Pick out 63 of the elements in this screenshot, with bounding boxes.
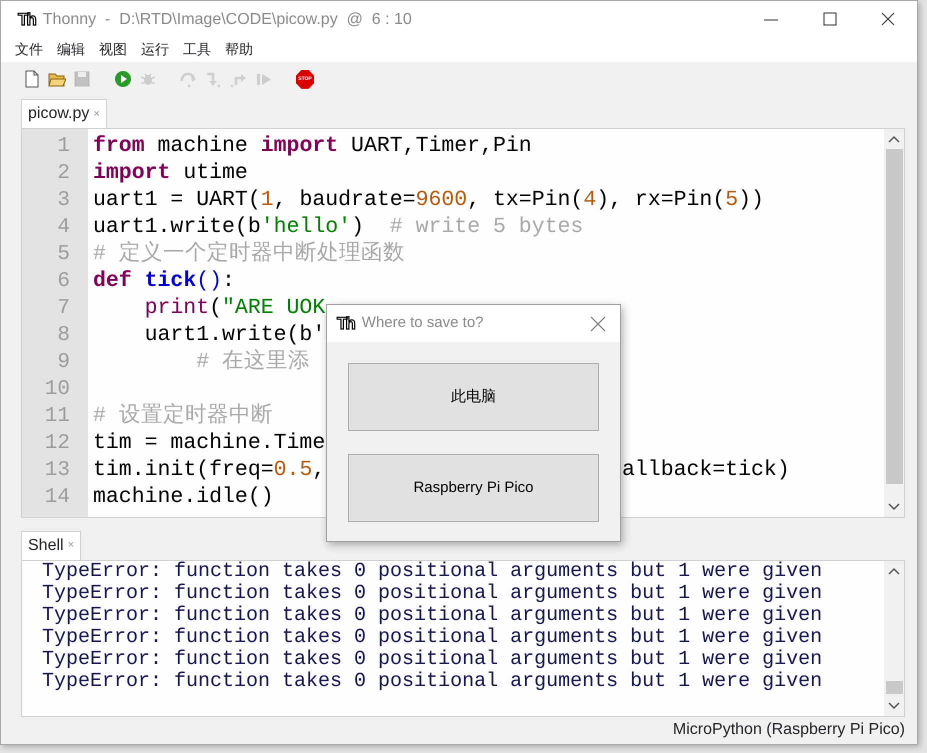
dialog-option-button[interactable]: Raspberry Pi Pico <box>348 454 599 522</box>
code-line: tim = machine.Time <box>93 430 326 458</box>
code-line: allback=tick) <box>622 457 790 484</box>
dialog-option-button[interactable]: 此电脑 <box>348 363 599 431</box>
scrollbar-thumb[interactable] <box>886 680 902 694</box>
line-number: 8 <box>56 323 71 350</box>
close-icon[interactable] <box>881 12 895 26</box>
shell-output-line: TypeError: function takes 0 positional arguments but 1 were given <box>42 582 824 605</box>
line-number: 12 <box>44 431 71 458</box>
shell-output-line: TypeError: function takes 0 positional arguments but 1 were given <box>42 560 824 583</box>
code-line: tim.init(freq=0.5, <box>93 457 326 484</box>
status-bar-text: MicroPython (Raspberry Pi Pico) <box>672 720 906 740</box>
line-number: 2 <box>56 161 71 188</box>
line-number: 11 <box>44 404 71 430</box>
menu-item[interactable]: 编辑 <box>57 39 85 60</box>
line-number: 5 <box>56 242 71 268</box>
line-number: 4 <box>56 215 71 242</box>
scrollbar[interactable] <box>884 129 904 518</box>
menu-item[interactable]: 帮助 <box>225 39 253 60</box>
tab-label: Shell <box>28 536 64 556</box>
play-icon[interactable] <box>114 70 132 88</box>
chevron-down-icon[interactable] <box>888 503 900 512</box>
editor-tab[interactable]: Shell × <box>21 530 82 560</box>
code-line: import utime <box>93 160 248 188</box>
code-line: from machine import UART,Timer,Pin <box>93 133 532 160</box>
menu-item[interactable]: 工具 <box>183 39 211 60</box>
window-title: Thonny - D:\RTD\Image\CODE\picow.py @ 6 : 10 <box>42 10 412 30</box>
chevron-down-icon[interactable] <box>888 702 900 710</box>
dialog-title: Where to save to? <box>362 313 484 334</box>
line-number: 1 <box>56 134 71 160</box>
line-number: 7 <box>56 296 71 322</box>
shell-output-line: TypeError: function takes 0 positional arguments but 1 were given <box>42 648 824 671</box>
code-line: # 设置定时器中断 <box>93 403 273 430</box>
line-number: 9 <box>56 350 71 376</box>
shell-output-line: TypeError: function takes 0 positional arguments but 1 were given <box>42 604 824 627</box>
code-line: print("ARE UOK <box>144 295 326 322</box>
code-line: uart1.write(b' <box>144 322 326 349</box>
code-line: # 定义一个定时器中断处理函数 <box>93 241 405 268</box>
chevron-up-icon[interactable] <box>888 135 900 144</box>
menu-item[interactable]: 文件 <box>15 39 43 60</box>
code-line: machine.idle() <box>93 484 274 512</box>
menu-item[interactable]: 运行 <box>141 39 169 60</box>
code-line: uart1 = UART(1, baudrate=9600, tx=Pin(4), rx=Pin(5)) <box>93 187 764 214</box>
app-logo: Th <box>18 11 35 28</box>
scrollbar[interactable] <box>884 560 904 716</box>
code-line: def tick(): <box>93 268 235 296</box>
line-number: 14 <box>44 485 71 512</box>
editor-tab[interactable]: picow.py × <box>21 99 107 128</box>
tab-label: picow.py <box>28 104 90 124</box>
line-number: 10 <box>44 377 71 404</box>
code-line: # 在这里添 <box>196 349 310 376</box>
code-line: uart1.write(b'hello') # write 5 bytes <box>93 214 584 240</box>
menu-item[interactable]: 视图 <box>99 39 127 60</box>
line-number: 3 <box>56 188 71 214</box>
line-number: 13 <box>44 458 71 484</box>
maximize-icon[interactable] <box>823 12 837 26</box>
app-logo: Th <box>337 315 354 332</box>
chevron-up-icon[interactable] <box>888 566 900 575</box>
shell-output-line: TypeError: function takes 0 positional arguments but 1 were given <box>42 626 824 649</box>
scrollbar-thumb[interactable] <box>886 149 902 484</box>
shell-output-line: TypeError: function takes 0 positional arguments but 1 were given <box>42 670 824 693</box>
line-number: 6 <box>56 269 71 296</box>
new-file-icon[interactable] <box>23 70 41 88</box>
